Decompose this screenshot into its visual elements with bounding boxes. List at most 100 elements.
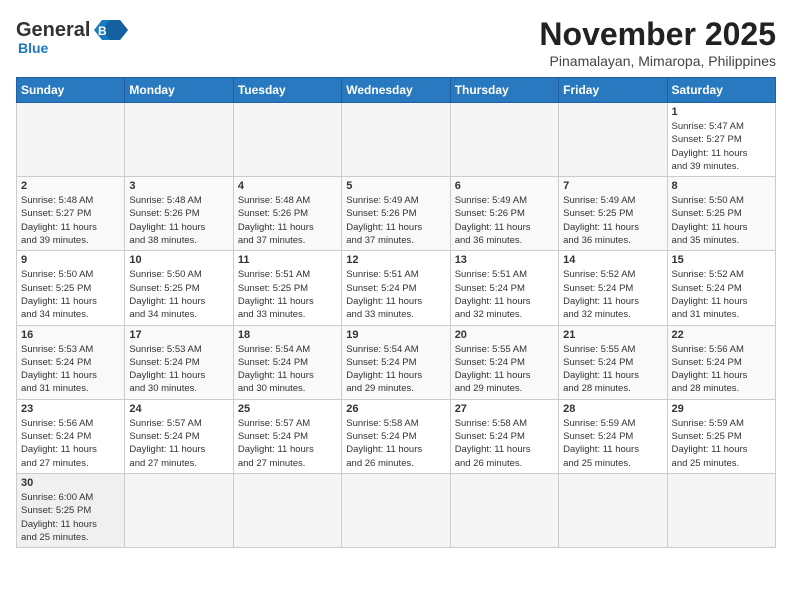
calendar-cell: 1 Sunrise: 5:47 AM Sunset: 5:27 PM Daylig… [667,103,775,177]
day-number: 6 [455,180,554,192]
calendar-cell: 12Sunrise: 5:51 AM Sunset: 5:24 PM Dayli… [342,251,450,325]
calendar-cell: 9Sunrise: 5:50 AM Sunset: 5:25 PM Daylig… [17,251,125,325]
day-info: Sunrise: 5:48 AM Sunset: 5:26 PM Dayligh… [238,194,337,247]
day-number: 21 [563,329,662,341]
calendar-cell [559,473,667,547]
calendar-cell: 2Sunrise: 5:48 AM Sunset: 5:27 PM Daylig… [17,177,125,251]
day-number: 13 [455,254,554,266]
day-number: 19 [346,329,445,341]
day-info: Sunrise: 5:57 AM Sunset: 5:24 PM Dayligh… [238,417,337,470]
day-number: 16 [21,329,120,341]
day-number: 30 [21,477,120,489]
calendar-cell: 14Sunrise: 5:52 AM Sunset: 5:24 PM Dayli… [559,251,667,325]
calendar-cell [125,473,233,547]
day-info: Sunrise: 5:51 AM Sunset: 5:24 PM Dayligh… [346,268,445,321]
calendar-table: SundayMondayTuesdayWednesdayThursdayFrid… [16,77,776,548]
weekday-header-monday: Monday [125,78,233,103]
calendar-cell: 17 Sunrise: 5:53 AM Sunset: 5:24 PM Dayli… [125,325,233,399]
day-number: 10 [129,254,228,266]
calendar-cell: 26 Sunrise: 5:58 AM Sunset: 5:24 PM Dayli… [342,399,450,473]
calendar-cell [450,103,558,177]
calendar-cell: 15 Sunrise: 5:52 AM Sunset: 5:24 PM Dayli… [667,251,775,325]
day-number: 22 [672,329,771,341]
day-number: 1 [672,106,771,118]
day-info: Sunrise: 5:57 AM Sunset: 5:24 PM Dayligh… [129,417,228,470]
day-number: 4 [238,180,337,192]
day-info: Sunrise: 5:55 AM Sunset: 5:24 PM Dayligh… [455,343,554,396]
day-info: Sunrise: 5:54 AM Sunset: 5:24 PM Dayligh… [346,343,445,396]
day-number: 29 [672,403,771,415]
location-subtitle: Pinamalayan, Mimaropa, Philippines [539,53,776,69]
calendar-cell: 22 Sunrise: 5:56 AM Sunset: 5:24 PM Dayli… [667,325,775,399]
weekday-header-tuesday: Tuesday [233,78,341,103]
calendar-cell: 27 Sunrise: 5:58 AM Sunset: 5:24 PM Dayli… [450,399,558,473]
day-number: 11 [238,254,337,266]
calendar-cell: 25 Sunrise: 5:57 AM Sunset: 5:24 PM Dayli… [233,399,341,473]
title-block: November 2025 Pinamalayan, Mimaropa, Phi… [539,16,776,69]
day-info: Sunrise: 5:56 AM Sunset: 5:24 PM Dayligh… [21,417,120,470]
day-number: 20 [455,329,554,341]
day-number: 17 [129,329,228,341]
calendar-cell: 5Sunrise: 5:49 AM Sunset: 5:26 PM Daylig… [342,177,450,251]
logo-icon: B [92,16,128,44]
calendar-cell: 20 Sunrise: 5:55 AM Sunset: 5:24 PM Dayli… [450,325,558,399]
day-info: Sunrise: 5:59 AM Sunset: 5:24 PM Dayligh… [563,417,662,470]
weekday-header-thursday: Thursday [450,78,558,103]
logo: General B Blue [16,16,128,56]
calendar-cell: 30Sunrise: 6:00 AM Sunset: 5:25 PM Dayli… [17,473,125,547]
day-number: 5 [346,180,445,192]
day-info: Sunrise: 5:47 AM Sunset: 5:27 PM Dayligh… [672,120,771,173]
calendar-week-row: 1 Sunrise: 5:47 AM Sunset: 5:27 PM Daylig… [17,103,776,177]
calendar-week-row: 30Sunrise: 6:00 AM Sunset: 5:25 PM Dayli… [17,473,776,547]
day-number: 3 [129,180,228,192]
calendar-cell [342,473,450,547]
calendar-cell: 11Sunrise: 5:51 AM Sunset: 5:25 PM Dayli… [233,251,341,325]
day-info: Sunrise: 5:49 AM Sunset: 5:26 PM Dayligh… [455,194,554,247]
day-number: 25 [238,403,337,415]
day-number: 8 [672,180,771,192]
day-info: Sunrise: 5:58 AM Sunset: 5:24 PM Dayligh… [455,417,554,470]
day-info: Sunrise: 5:50 AM Sunset: 5:25 PM Dayligh… [129,268,228,321]
day-number: 26 [346,403,445,415]
calendar-week-row: 23 Sunrise: 5:56 AM Sunset: 5:24 PM Dayli… [17,399,776,473]
calendar-cell [125,103,233,177]
day-info: Sunrise: 5:56 AM Sunset: 5:24 PM Dayligh… [672,343,771,396]
calendar-cell [667,473,775,547]
calendar-cell [233,473,341,547]
calendar-cell: 28Sunrise: 5:59 AM Sunset: 5:24 PM Dayli… [559,399,667,473]
day-info: Sunrise: 5:52 AM Sunset: 5:24 PM Dayligh… [672,268,771,321]
calendar-cell: 4 Sunrise: 5:48 AM Sunset: 5:26 PM Daylig… [233,177,341,251]
day-number: 14 [563,254,662,266]
weekday-header-row: SundayMondayTuesdayWednesdayThursdayFrid… [17,78,776,103]
calendar-cell: 6 Sunrise: 5:49 AM Sunset: 5:26 PM Daylig… [450,177,558,251]
day-info: Sunrise: 5:48 AM Sunset: 5:26 PM Dayligh… [129,194,228,247]
page-header: General B Blue November 2025 Pinamalayan… [16,16,776,69]
day-info: Sunrise: 5:53 AM Sunset: 5:24 PM Dayligh… [21,343,120,396]
day-number: 23 [21,403,120,415]
calendar-cell: 8 Sunrise: 5:50 AM Sunset: 5:25 PM Daylig… [667,177,775,251]
day-info: Sunrise: 5:54 AM Sunset: 5:24 PM Dayligh… [238,343,337,396]
calendar-cell: 3 Sunrise: 5:48 AM Sunset: 5:26 PM Daylig… [125,177,233,251]
day-info: Sunrise: 5:50 AM Sunset: 5:25 PM Dayligh… [672,194,771,247]
calendar-cell: 29Sunrise: 5:59 AM Sunset: 5:25 PM Dayli… [667,399,775,473]
day-info: Sunrise: 5:49 AM Sunset: 5:25 PM Dayligh… [563,194,662,247]
calendar-cell [17,103,125,177]
calendar-cell: 18Sunrise: 5:54 AM Sunset: 5:24 PM Dayli… [233,325,341,399]
day-number: 27 [455,403,554,415]
calendar-cell: 21 Sunrise: 5:55 AM Sunset: 5:24 PM Dayli… [559,325,667,399]
day-number: 15 [672,254,771,266]
weekday-header-wednesday: Wednesday [342,78,450,103]
calendar-cell: 19 Sunrise: 5:54 AM Sunset: 5:24 PM Dayli… [342,325,450,399]
day-info: Sunrise: 5:55 AM Sunset: 5:24 PM Dayligh… [563,343,662,396]
day-info: Sunrise: 5:48 AM Sunset: 5:27 PM Dayligh… [21,194,120,247]
day-info: Sunrise: 5:53 AM Sunset: 5:24 PM Dayligh… [129,343,228,396]
weekday-header-friday: Friday [559,78,667,103]
calendar-cell [342,103,450,177]
day-number: 9 [21,254,120,266]
weekday-header-sunday: Sunday [17,78,125,103]
day-number: 24 [129,403,228,415]
svg-text:B: B [98,24,107,38]
calendar-cell [559,103,667,177]
month-title: November 2025 [539,16,776,53]
day-info: Sunrise: 5:58 AM Sunset: 5:24 PM Dayligh… [346,417,445,470]
